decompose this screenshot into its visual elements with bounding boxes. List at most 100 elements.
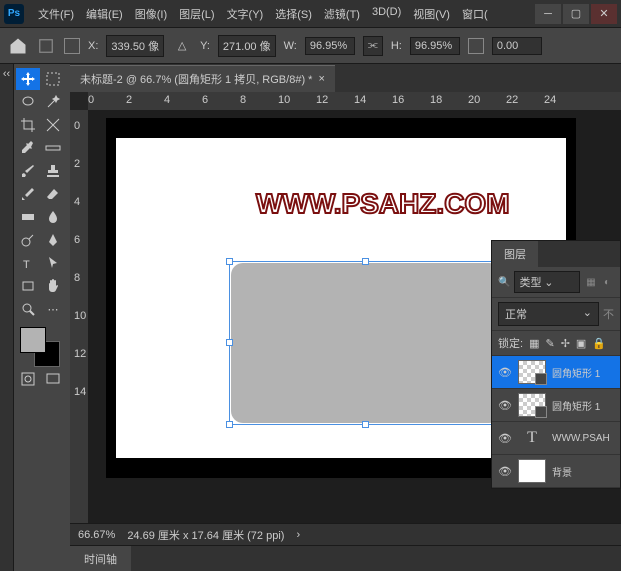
hand-tool[interactable] [41, 275, 65, 297]
path-tool[interactable] [41, 252, 65, 274]
menu-item[interactable]: 文件(F) [32, 2, 80, 26]
menu-item[interactable]: 文字(Y) [221, 2, 270, 26]
window-controls: ─ ▢ ✕ [535, 4, 617, 24]
layers-list: 👁圆角矩形 1👁圆角矩形 1👁TWWW.PSAH👁背景 [492, 356, 620, 488]
handle-w[interactable] [226, 339, 233, 346]
layer-thumbnail[interactable]: T [518, 426, 546, 450]
blend-mode-select[interactable]: 正常⌄ [498, 302, 599, 326]
lock-pixels-icon[interactable]: ▦ [529, 337, 539, 350]
layer-row[interactable]: 👁背景 [492, 455, 620, 488]
layer-row[interactable]: 👁圆角矩形 1 [492, 389, 620, 422]
menu-item[interactable]: 编辑(E) [80, 2, 129, 26]
gradient-tool[interactable] [16, 206, 40, 228]
visibility-icon[interactable]: 👁 [498, 432, 512, 445]
rectangle-tool[interactable] [16, 275, 40, 297]
quick-mask[interactable] [16, 368, 40, 390]
watermark-text: WWW.PSAHZ.COM [256, 188, 510, 220]
artboard-tool[interactable] [41, 68, 65, 90]
menu-item[interactable]: 滤镜(T) [318, 2, 366, 26]
move-tool[interactable] [16, 68, 40, 90]
ps-logo: Ps [4, 4, 24, 24]
svg-text:T: T [23, 259, 30, 271]
titlebar: Ps 文件(F)编辑(E)图像(I)图层(L)文字(Y)选择(S)滤镜(T)3D… [0, 0, 621, 28]
menu-item[interactable]: 选择(S) [269, 2, 318, 26]
edit-toolbar[interactable]: ⋯ [41, 298, 65, 320]
home-icon[interactable] [8, 36, 28, 56]
layer-row[interactable]: 👁圆角矩形 1 [492, 356, 620, 389]
lock-position-icon[interactable]: ✢ [561, 337, 570, 350]
filter-type-select[interactable]: 类型 ⌄ [514, 271, 580, 293]
w-value[interactable]: 96.95% [305, 37, 355, 55]
history-brush-tool[interactable] [16, 183, 40, 205]
menu-item[interactable]: 视图(V) [407, 2, 456, 26]
status-arrow-icon[interactable]: › [296, 529, 300, 541]
document-tabs: 未标题-2 @ 66.7% (圆角矩形 1 拷贝, RGB/8#) * × [70, 64, 621, 92]
handle-n[interactable] [362, 258, 369, 265]
link-icon[interactable]: ⫘ [363, 36, 383, 56]
lock-artboard-icon[interactable]: ▣ [576, 337, 586, 350]
lock-label: 锁定: [498, 335, 523, 351]
horizontal-ruler: 024681012141618202224 [88, 92, 621, 110]
zoom-level[interactable]: 66.67% [78, 529, 115, 541]
layer-filter-row: 🔍 类型 ⌄ ▦ ◐ [492, 267, 620, 298]
eraser-tool[interactable] [41, 183, 65, 205]
handle-nw[interactable] [226, 258, 233, 265]
rotation-value[interactable]: 0.00 [492, 37, 542, 55]
screen-mode[interactable] [41, 368, 65, 390]
y-value[interactable]: 271.00 像 [218, 35, 276, 57]
slice-tool[interactable] [41, 114, 65, 136]
handle-sw[interactable] [226, 421, 233, 428]
eyedropper-tool[interactable] [16, 137, 40, 159]
transform-icon[interactable] [36, 36, 56, 56]
search-icon[interactable]: 🔍 [498, 277, 510, 288]
layer-thumbnail[interactable] [518, 393, 546, 417]
zoom-tool[interactable] [16, 298, 40, 320]
filter-image-icon[interactable]: ▦ [584, 275, 598, 289]
handle-s[interactable] [362, 421, 369, 428]
layer-thumbnail[interactable] [518, 459, 546, 483]
lock-row: 锁定: ▦ ✎ ✢ ▣ 🔒 [492, 331, 620, 356]
rotate-box[interactable] [468, 38, 484, 54]
menu-item[interactable]: 图层(L) [173, 2, 220, 26]
magic-wand-tool[interactable] [41, 91, 65, 113]
filter-icons: ▦ ◐ [584, 275, 614, 289]
x-value[interactable]: 339.50 像 [106, 35, 164, 57]
triangle-icon[interactable]: △ [172, 36, 192, 56]
transform-bounds[interactable] [229, 261, 503, 425]
dodge-tool[interactable] [16, 229, 40, 251]
opacity-hint: 不 [603, 306, 614, 322]
layer-row[interactable]: 👁TWWW.PSAH [492, 422, 620, 455]
lock-brush-icon[interactable]: ✎ [545, 337, 554, 350]
reference-point[interactable] [64, 38, 80, 54]
collapse-bar[interactable]: ‹‹ [0, 64, 14, 571]
visibility-icon[interactable]: 👁 [498, 399, 512, 412]
pen-tool[interactable] [41, 229, 65, 251]
menu-item[interactable]: 窗口( [456, 2, 494, 26]
minimize-button[interactable]: ─ [535, 4, 561, 24]
menu-item[interactable]: 图像(I) [129, 2, 173, 26]
layer-thumbnail[interactable] [518, 360, 546, 384]
toolbox: T ⋯ [14, 64, 70, 571]
layers-tab[interactable]: 图层 [492, 241, 538, 267]
timeline-tab[interactable]: 时间轴 [70, 546, 131, 571]
ruler-tool[interactable] [41, 137, 65, 159]
visibility-icon[interactable]: 👁 [498, 366, 512, 379]
menu-item[interactable]: 3D(D) [366, 2, 407, 26]
stamp-tool[interactable] [41, 160, 65, 182]
close-button[interactable]: ✕ [591, 4, 617, 24]
lock-all-icon[interactable]: 🔒 [592, 337, 606, 350]
blur-tool[interactable] [41, 206, 65, 228]
filter-adjust-icon[interactable]: ◐ [600, 275, 614, 289]
visibility-icon[interactable]: 👁 [498, 465, 512, 478]
crop-tool[interactable] [16, 114, 40, 136]
brush-tool[interactable] [16, 160, 40, 182]
status-bar: 66.67% 24.69 厘米 x 17.64 厘米 (72 ppi) › [70, 523, 621, 545]
color-swatches[interactable] [16, 327, 68, 367]
maximize-button[interactable]: ▢ [563, 4, 589, 24]
foreground-color[interactable] [20, 327, 46, 353]
document-tab[interactable]: 未标题-2 @ 66.7% (圆角矩形 1 拷贝, RGB/8#) * × [70, 65, 335, 92]
tab-close-icon[interactable]: × [318, 73, 324, 85]
lasso-tool[interactable] [16, 91, 40, 113]
h-value[interactable]: 96.95% [410, 37, 460, 55]
type-tool[interactable]: T [16, 252, 40, 274]
